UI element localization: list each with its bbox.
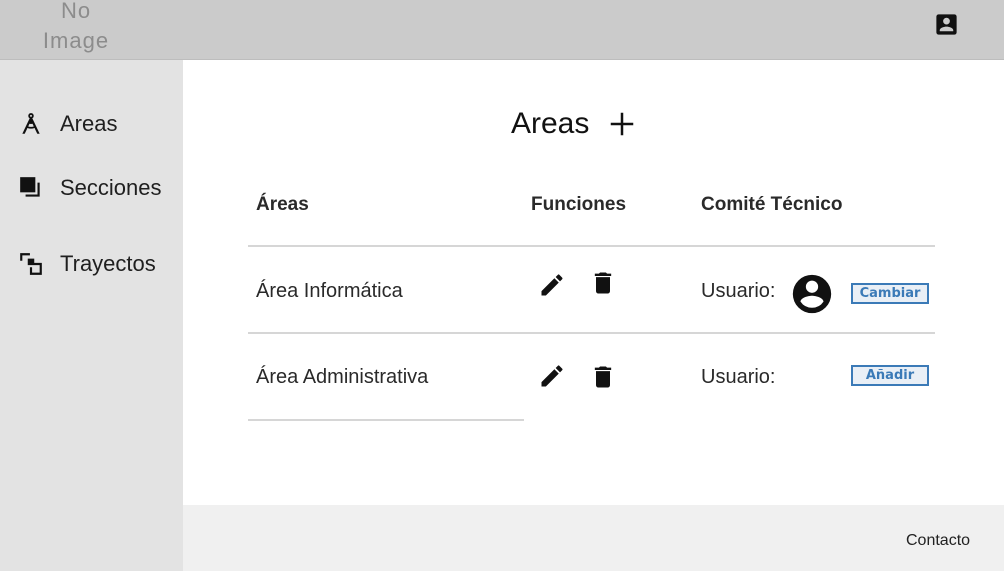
table-header-divider bbox=[248, 245, 935, 247]
main-content: Areas Áreas Funciones Comité Técnico Áre… bbox=[183, 60, 1004, 505]
sidebar: Areas Secciones Trayectos bbox=[0, 60, 183, 571]
plus-icon[interactable] bbox=[607, 109, 637, 139]
sidebar-item-label: Secciones bbox=[60, 175, 162, 200]
user-label: Usuario: bbox=[701, 366, 776, 388]
top-bar: No Image bbox=[0, 0, 1004, 60]
page-title-row: Areas bbox=[511, 107, 637, 141]
delete-icon[interactable] bbox=[589, 269, 617, 297]
account-circle-icon bbox=[792, 274, 832, 314]
sidebar-item-trayectos[interactable]: Trayectos bbox=[18, 249, 156, 279]
page-title: Areas bbox=[511, 107, 590, 140]
contact-link[interactable]: Contacto bbox=[906, 532, 970, 550]
column-header-areas: Áreas bbox=[256, 194, 309, 215]
sidebar-item-label: Areas bbox=[60, 111, 118, 136]
table-row-area: Área Administrativa bbox=[256, 366, 429, 388]
column-header-funciones: Funciones bbox=[531, 194, 627, 215]
anadir-button[interactable]: Añadir bbox=[851, 365, 929, 386]
delete-icon[interactable] bbox=[589, 363, 617, 391]
select-group-icon bbox=[20, 253, 42, 275]
table-row-divider bbox=[248, 332, 935, 334]
sidebar-item-areas[interactable]: Areas bbox=[18, 109, 117, 139]
cambiar-button[interactable]: Cambiar bbox=[851, 283, 929, 304]
logo-text-line2: Image bbox=[42, 28, 110, 53]
user-label: Usuario: bbox=[701, 280, 776, 302]
edit-icon[interactable] bbox=[538, 271, 566, 299]
logo-text-line1: No bbox=[60, 0, 92, 23]
table-row-divider bbox=[248, 419, 524, 421]
logo[interactable]: No Image bbox=[30, 0, 122, 56]
footer: Contacto bbox=[183, 505, 1004, 571]
sidebar-item-secciones[interactable]: Secciones bbox=[18, 173, 162, 203]
column-header-comite: Comité Técnico bbox=[701, 194, 843, 215]
table-row-area: Área Informática bbox=[256, 280, 403, 302]
sidebar-item-label: Trayectos bbox=[60, 251, 156, 276]
account-box-icon[interactable] bbox=[933, 11, 960, 38]
edit-icon[interactable] bbox=[538, 362, 566, 390]
compass-icon bbox=[22, 113, 40, 134]
layers-icon bbox=[20, 177, 40, 197]
